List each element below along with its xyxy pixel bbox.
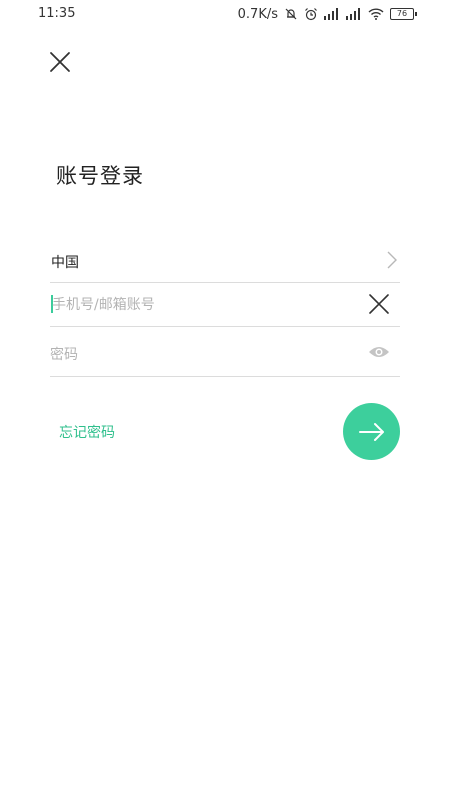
signal-icon [346,8,362,20]
alarm-icon [304,7,318,21]
close-button[interactable] [46,48,74,76]
login-screen: 11:35 0.7K/s 76 账号登录 中国 手机号/邮箱账号 忘记密码 [0,0,450,800]
net-speed: 0.7K/s [237,6,278,22]
eye-icon [369,347,389,357]
phone-field [50,283,400,327]
status-icons: 0.7K/s 76 [237,5,417,23]
forgot-password-link[interactable]: 忘记密码 [59,422,115,442]
status-bar: 11:35 0.7K/s 76 [0,0,450,28]
toggle-password-visibility[interactable] [368,344,390,364]
page-title: 账号登录 [56,164,144,188]
mute-bell-icon [284,7,298,21]
status-time: 11:35 [38,6,76,21]
wifi-icon [368,8,384,20]
arrow-right-icon [358,422,384,441]
password-input[interactable] [50,343,340,367]
phone-input[interactable] [52,293,342,317]
region-value: 中国 [51,255,79,271]
clear-button[interactable] [368,293,390,315]
battery-icon: 76 [390,8,417,20]
password-field [50,332,400,377]
clear-icon [369,294,389,314]
signal-icon [324,8,340,20]
chevron-right-icon [387,251,397,269]
login-submit-button[interactable] [343,403,400,460]
close-icon [50,52,70,72]
region-selector[interactable]: 中国 [50,238,400,283]
